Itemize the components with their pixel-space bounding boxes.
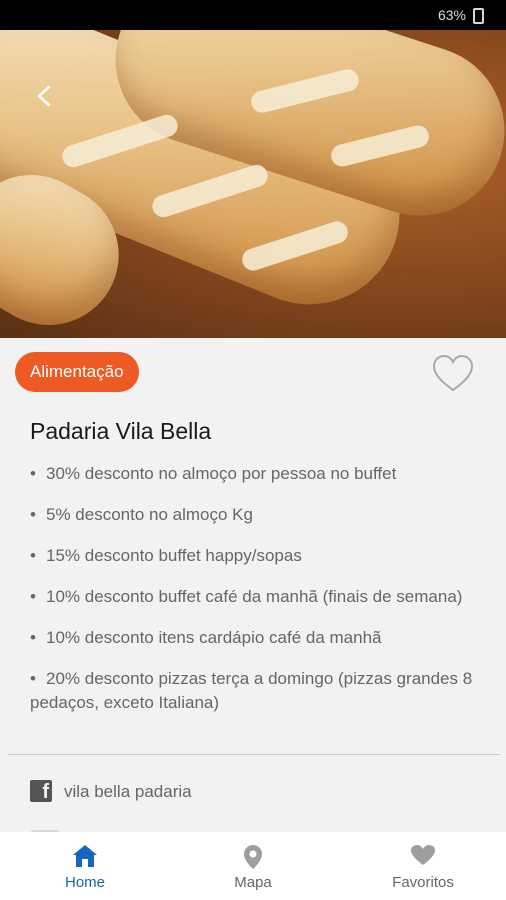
heart-icon (411, 845, 435, 865)
bottom-tab-bar: Home Mapa Favoritos (0, 832, 506, 900)
bullet: • (30, 546, 36, 565)
bullet: • (30, 464, 36, 483)
facebook-page-name: vila bella padaria (64, 782, 192, 801)
divider (8, 754, 500, 755)
home-icon (73, 845, 97, 867)
tab-home[interactable]: Home (35, 832, 135, 900)
battery-level: 63% (437, 7, 466, 23)
tab-home-label: Home (64, 874, 105, 891)
list-item: • 20% desconto pizzas terça a domingo (pi… (30, 667, 476, 715)
tab-map-label: Mapa (234, 874, 272, 891)
map-pin-icon (244, 845, 262, 869)
benefit-text: 20% desconto pizzas terça a domingo (piz… (30, 669, 473, 712)
benefit-text: 10% desconto itens cardápio café da manh… (46, 628, 382, 647)
back-button[interactable] (34, 85, 56, 107)
list-item: • 10% desconto buffet café da manhã (fina… (30, 585, 476, 609)
tab-favorites[interactable]: Favoritos (373, 832, 473, 900)
benefit-text: 10% desconto buffet café da manhã (finai… (46, 587, 463, 606)
hero-image (0, 30, 506, 338)
benefit-text: 5% desconto no almoço Kg (46, 505, 253, 524)
offer-details: Alimentação Padaria Vila Bella • 30% desc… (0, 338, 506, 834)
chevron-left-icon (37, 85, 51, 107)
tab-map[interactable]: Mapa (203, 832, 303, 900)
tab-favorites-label: Favoritos (392, 874, 454, 891)
bullet: • (30, 587, 36, 606)
status-bar: 63% (0, 0, 506, 30)
list-item: • 30% desconto no almoço por pessoa no bu… (30, 462, 476, 486)
battery-icon (473, 8, 484, 24)
benefit-text: 30% desconto no almoço por pessoa no buf… (46, 464, 397, 483)
favorite-button[interactable] (431, 354, 475, 394)
page-title: Padaria Vila Bella (30, 418, 212, 444)
bullet: • (30, 505, 36, 524)
facebook-icon: f (30, 780, 52, 803)
bullet: • (30, 669, 36, 688)
list-item: • 5% desconto no almoço Kg (30, 503, 476, 527)
heart-outline-icon (432, 354, 474, 392)
benefits-list: • 30% desconto no almoço por pessoa no bu… (30, 462, 476, 732)
list-item: • 15% desconto buffet happy/sopas (30, 544, 476, 568)
benefit-text: 15% desconto buffet happy/sopas (46, 546, 302, 565)
category-badge: Alimentação (15, 352, 139, 392)
list-item: • 10% desconto itens cardápio café da man… (30, 626, 476, 650)
bullet: • (30, 628, 36, 647)
